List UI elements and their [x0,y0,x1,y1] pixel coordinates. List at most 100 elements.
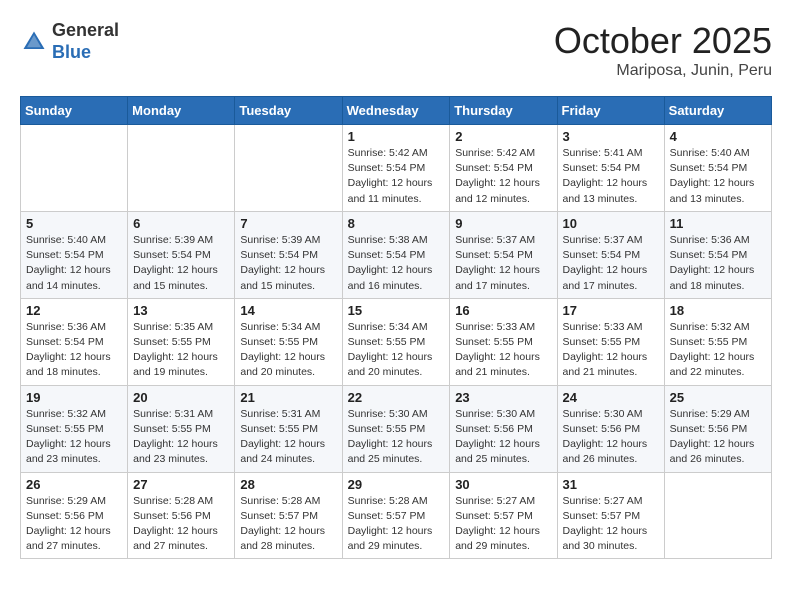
calendar-cell: 6 Sunrise: 5:39 AM Sunset: 5:54 PM Daylig… [128,211,235,298]
day-info: Sunrise: 5:29 AM Sunset: 5:56 PM Dayligh… [670,407,766,468]
day-info: Sunrise: 5:28 AM Sunset: 5:56 PM Dayligh… [133,494,229,555]
calendar-cell: 28 Sunrise: 5:28 AM Sunset: 5:57 PM Dayli… [235,472,342,559]
logo-text: General Blue [52,20,119,63]
day-number: 26 [26,477,122,492]
calendar-cell: 13Sunrise: 5:35 AM Sunset: 5:55 PM Dayli… [128,298,235,385]
day-info: Sunrise: 5:37 AM Sunset: 5:54 PM Dayligh… [563,233,659,294]
calendar-cell: 17Sunrise: 5:33 AM Sunset: 5:55 PM Dayli… [557,298,664,385]
calendar-cell: 29Sunrise: 5:28 AM Sunset: 5:57 PM Dayli… [342,472,450,559]
day-number: 12 [26,303,122,318]
calendar-cell: 12 Sunrise: 5:36 AM Sunset: 5:54 PM Dayli… [21,298,128,385]
day-info: Sunrise: 5:33 AM Sunset: 5:55 PM Dayligh… [563,320,659,381]
calendar-cell: 24Sunrise: 5:30 AM Sunset: 5:56 PM Dayli… [557,385,664,472]
day-info: Sunrise: 5:30 AM Sunset: 5:55 PM Dayligh… [348,407,445,468]
page-header: General Blue October 2025 Mariposa, Juni… [20,20,772,80]
week-row-5: 26 Sunrise: 5:29 AM Sunset: 5:56 PM Dayli… [21,472,772,559]
weekday-header-thursday: Thursday [450,97,557,125]
day-info: Sunrise: 5:31 AM Sunset: 5:55 PM Dayligh… [133,407,229,468]
logo-icon [20,28,48,56]
calendar-cell: 4 Sunrise: 5:40 AM Sunset: 5:54 PM Daylig… [664,125,771,212]
day-info: Sunrise: 5:42 AM Sunset: 5:54 PM Dayligh… [455,146,551,207]
day-info: Sunrise: 5:34 AM Sunset: 5:55 PM Dayligh… [348,320,445,381]
day-info: Sunrise: 5:34 AM Sunset: 5:55 PM Dayligh… [240,320,336,381]
day-info: Sunrise: 5:31 AM Sunset: 5:55 PM Dayligh… [240,407,336,468]
title-block: October 2025 Mariposa, Junin, Peru [554,20,772,80]
calendar-cell: 20 Sunrise: 5:31 AM Sunset: 5:55 PM Dayli… [128,385,235,472]
logo-general: General [52,20,119,40]
day-info: Sunrise: 5:33 AM Sunset: 5:55 PM Dayligh… [455,320,551,381]
day-number: 21 [240,390,336,405]
day-number: 4 [670,129,766,144]
day-number: 6 [133,216,229,231]
day-number: 2 [455,129,551,144]
day-info: Sunrise: 5:28 AM Sunset: 5:57 PM Dayligh… [240,494,336,555]
calendar-cell [235,125,342,212]
day-number: 20 [133,390,229,405]
day-info: Sunrise: 5:28 AM Sunset: 5:57 PM Dayligh… [348,494,445,555]
day-number: 27 [133,477,229,492]
day-info: Sunrise: 5:27 AM Sunset: 5:57 PM Dayligh… [455,494,551,555]
day-number: 22 [348,390,445,405]
day-number: 1 [348,129,445,144]
day-number: 30 [455,477,551,492]
calendar-cell: 23 Sunrise: 5:30 AM Sunset: 5:56 PM Dayli… [450,385,557,472]
logo-blue: Blue [52,42,91,62]
weekday-header-tuesday: Tuesday [235,97,342,125]
calendar-cell: 18Sunrise: 5:32 AM Sunset: 5:55 PM Dayli… [664,298,771,385]
day-number: 31 [563,477,659,492]
weekday-header-saturday: Saturday [664,97,771,125]
weekday-header-row: SundayMondayTuesdayWednesdayThursdayFrid… [21,97,772,125]
calendar-cell: 7Sunrise: 5:39 AM Sunset: 5:54 PM Daylig… [235,211,342,298]
day-info: Sunrise: 5:39 AM Sunset: 5:54 PM Dayligh… [133,233,229,294]
day-number: 14 [240,303,336,318]
logo: General Blue [20,20,119,63]
weekday-header-friday: Friday [557,97,664,125]
day-number: 3 [563,129,659,144]
calendar-cell: 8Sunrise: 5:38 AM Sunset: 5:54 PM Daylig… [342,211,450,298]
calendar-cell: 22 Sunrise: 5:30 AM Sunset: 5:55 PM Dayli… [342,385,450,472]
calendar-cell: 2 Sunrise: 5:42 AM Sunset: 5:54 PM Daylig… [450,125,557,212]
calendar-cell: 30 Sunrise: 5:27 AM Sunset: 5:57 PM Dayli… [450,472,557,559]
location: Mariposa, Junin, Peru [554,62,772,80]
calendar-cell: 31 Sunrise: 5:27 AM Sunset: 5:57 PM Dayli… [557,472,664,559]
day-info: Sunrise: 5:36 AM Sunset: 5:54 PM Dayligh… [26,320,122,381]
calendar-cell: 10 Sunrise: 5:37 AM Sunset: 5:54 PM Dayli… [557,211,664,298]
calendar-cell: 5Sunrise: 5:40 AM Sunset: 5:54 PM Daylig… [21,211,128,298]
day-info: Sunrise: 5:29 AM Sunset: 5:56 PM Dayligh… [26,494,122,555]
day-number: 5 [26,216,122,231]
day-info: Sunrise: 5:42 AM Sunset: 5:54 PM Dayligh… [348,146,445,207]
day-number: 15 [348,303,445,318]
day-info: Sunrise: 5:39 AM Sunset: 5:54 PM Dayligh… [240,233,336,294]
day-info: Sunrise: 5:30 AM Sunset: 5:56 PM Dayligh… [455,407,551,468]
day-info: Sunrise: 5:36 AM Sunset: 5:54 PM Dayligh… [670,233,766,294]
day-info: Sunrise: 5:37 AM Sunset: 5:54 PM Dayligh… [455,233,551,294]
day-number: 10 [563,216,659,231]
day-info: Sunrise: 5:40 AM Sunset: 5:54 PM Dayligh… [670,146,766,207]
weekday-header-wednesday: Wednesday [342,97,450,125]
weekday-header-sunday: Sunday [21,97,128,125]
calendar-cell [21,125,128,212]
month-title: October 2025 [554,20,772,62]
calendar-cell: 11Sunrise: 5:36 AM Sunset: 5:54 PM Dayli… [664,211,771,298]
calendar-cell: 15 Sunrise: 5:34 AM Sunset: 5:55 PM Dayli… [342,298,450,385]
calendar-cell: 9 Sunrise: 5:37 AM Sunset: 5:54 PM Daylig… [450,211,557,298]
calendar-table: SundayMondayTuesdayWednesdayThursdayFrid… [20,96,772,559]
day-number: 18 [670,303,766,318]
calendar-cell: 26 Sunrise: 5:29 AM Sunset: 5:56 PM Dayli… [21,472,128,559]
calendar-cell: 14 Sunrise: 5:34 AM Sunset: 5:55 PM Dayli… [235,298,342,385]
calendar-cell: 25 Sunrise: 5:29 AM Sunset: 5:56 PM Dayli… [664,385,771,472]
day-number: 25 [670,390,766,405]
day-info: Sunrise: 5:38 AM Sunset: 5:54 PM Dayligh… [348,233,445,294]
calendar-cell [128,125,235,212]
calendar-cell: 3Sunrise: 5:41 AM Sunset: 5:54 PM Daylig… [557,125,664,212]
day-info: Sunrise: 5:27 AM Sunset: 5:57 PM Dayligh… [563,494,659,555]
calendar-cell [664,472,771,559]
day-info: Sunrise: 5:35 AM Sunset: 5:55 PM Dayligh… [133,320,229,381]
week-row-1: 1 Sunrise: 5:42 AM Sunset: 5:54 PM Daylig… [21,125,772,212]
day-number: 9 [455,216,551,231]
day-number: 28 [240,477,336,492]
calendar-cell: 16 Sunrise: 5:33 AM Sunset: 5:55 PM Dayli… [450,298,557,385]
day-number: 23 [455,390,551,405]
weekday-header-monday: Monday [128,97,235,125]
day-number: 16 [455,303,551,318]
